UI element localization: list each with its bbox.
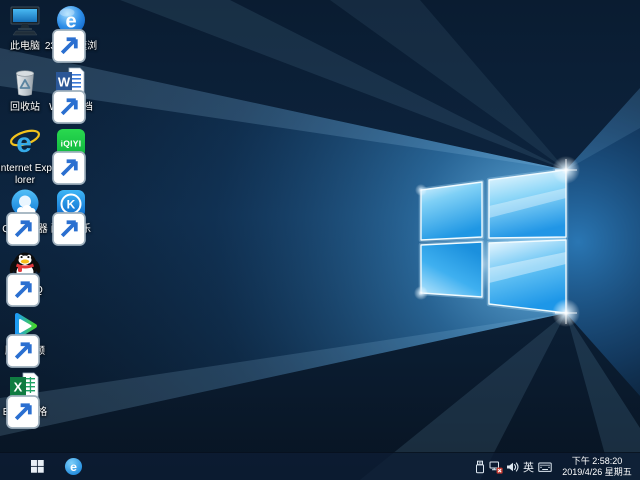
- this-pc-icon: [10, 6, 40, 36]
- svg-text:W: W: [58, 75, 71, 90]
- desktop-icon-excel[interactable]: X Excel表格: [0, 370, 53, 429]
- usb-tray-button[interactable]: [472, 453, 488, 480]
- shortcut-arrow-icon: [6, 273, 40, 307]
- internet-explorer-icon: e: [9, 127, 41, 158]
- usb-icon: [476, 460, 484, 474]
- taskbar-browser-button[interactable]: e: [58, 453, 88, 480]
- start-button[interactable]: [22, 453, 52, 480]
- shortcut-arrow-icon: [52, 212, 86, 246]
- touch-keyboard-tray-button[interactable]: [537, 453, 553, 480]
- desktop-icon-iqiyi[interactable]: iQIYI 爱奇艺: [43, 126, 99, 185]
- desktop-icon-tencent-video[interactable]: 腾讯视频: [0, 309, 53, 368]
- clock-date: 2019/4/26 星期五: [562, 467, 632, 477]
- svg-text:e: e: [70, 460, 77, 474]
- volume-icon: [507, 462, 519, 472]
- desktop-icon-word[interactable]: W Word文档: [43, 65, 99, 124]
- shortcut-arrow-icon: [6, 395, 40, 429]
- desktop-icon-kugou-music[interactable]: K 酷狗音乐: [43, 187, 99, 246]
- shortcut-arrow-icon: [6, 212, 40, 246]
- network-tray-button[interactable]: [488, 453, 504, 480]
- network-disconnected-icon: [489, 461, 503, 474]
- touch-keyboard-icon: [538, 462, 552, 472]
- browser-e-icon: e: [64, 457, 82, 476]
- desktop-icon-2345-browser[interactable]: e 2345加速浏览器: [43, 4, 99, 65]
- shortcut-arrow-icon: [52, 90, 86, 124]
- shortcut-arrow-icon: [6, 334, 40, 368]
- system-tray: 英 下午 2:58:20 2019/4/26 星期五: [472, 453, 640, 480]
- shortcut-arrow-icon: [52, 151, 86, 185]
- ime-label: 英: [523, 462, 534, 474]
- taskbar-clock[interactable]: 下午 2:58:20 2019/4/26 星期五: [559, 456, 635, 478]
- windows-desktop: 此电脑 e 2345加速浏览器: [0, 0, 640, 480]
- svg-text:e: e: [16, 127, 32, 158]
- svg-text:X: X: [14, 380, 23, 395]
- ime-indicator[interactable]: 英: [520, 453, 537, 480]
- volume-tray-button[interactable]: [504, 453, 520, 480]
- svg-text:iQIYI: iQIYI: [61, 139, 82, 149]
- shortcut-arrow-icon: [52, 29, 86, 63]
- desktop-icon-tencent-qq[interactable]: 腾讯QQ: [0, 248, 53, 307]
- svg-text:K: K: [67, 198, 76, 212]
- clock-time: 下午 2:58:20: [571, 456, 623, 466]
- recycle-bin-icon: [15, 70, 35, 97]
- windows-logo-icon: [30, 460, 44, 473]
- taskbar: e 英 下午 2:58:20 2019/4/26 星期五: [0, 452, 640, 480]
